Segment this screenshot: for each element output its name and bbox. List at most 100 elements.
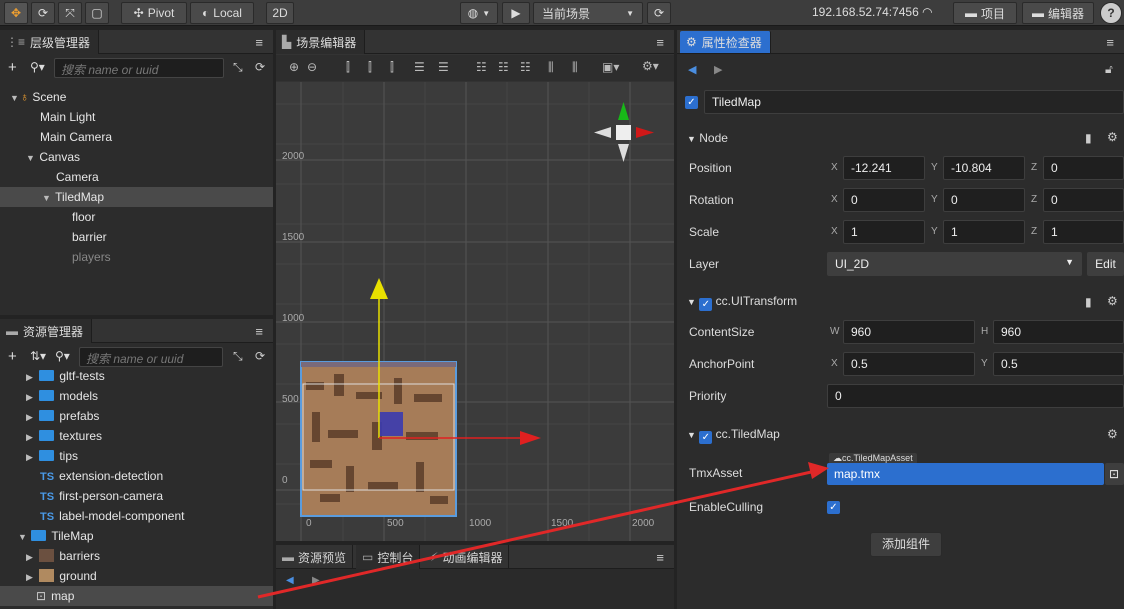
device-select[interactable]: ◍ ▼: [460, 2, 498, 24]
asset-folder[interactable]: ▶ gltf-tests: [0, 369, 273, 386]
component-enabled-checkbox[interactable]: ✓: [699, 298, 713, 311]
align-right-icon[interactable]: ⫿: [390, 60, 394, 75]
tab-animation-editor[interactable]: ⚡ 动画编辑器: [424, 545, 510, 569]
tree-node-main-camera[interactable]: Main Camera: [0, 127, 273, 147]
uitransform-section-header[interactable]: ▼ ✓ cc.UITransform: [677, 288, 1124, 314]
play-button[interactable]: ▶: [502, 2, 530, 24]
position-x-input[interactable]: -12.241: [843, 156, 925, 180]
asset-tiledmap[interactable]: ⊡ map: [0, 586, 273, 606]
tree-node-scene[interactable]: ▼♁ Scene: [0, 87, 273, 107]
priority-input[interactable]: 0: [827, 384, 1124, 408]
asset-folder[interactable]: ▶ textures: [0, 426, 273, 446]
tree-node-tiledmap[interactable]: ▼ TiledMap: [0, 187, 273, 207]
rotate-tool-button[interactable]: ⟳: [31, 2, 55, 24]
forward-icon[interactable]: ▶: [714, 63, 722, 76]
tree-node-players[interactable]: players: [0, 247, 273, 267]
preview-url[interactable]: 192.168.52.74:7456 ◠: [812, 5, 933, 19]
zoom-out-icon[interactable]: ⊖: [307, 60, 317, 74]
project-button[interactable]: ▬ 项目: [953, 2, 1017, 24]
y-axis-arrow-icon[interactable]: [370, 278, 388, 299]
scene-select[interactable]: 当前场景 ▼: [533, 2, 643, 24]
anchor-y-input[interactable]: 0.5: [993, 352, 1124, 376]
back-icon[interactable]: ◀: [286, 575, 294, 586]
node-active-checkbox[interactable]: ✓: [685, 96, 698, 109]
lock-icon[interactable]: 🔓︎: [1105, 62, 1113, 77]
add-component-button[interactable]: 添加组件: [870, 532, 942, 557]
hierarchy-tab[interactable]: ⋮≡ 层级管理器: [0, 30, 100, 54]
gear-icon[interactable]: ⚙▾: [642, 59, 659, 73]
menu-icon[interactable]: ≡: [1106, 35, 1114, 50]
editor-button[interactable]: ▬ 编辑器: [1022, 2, 1094, 24]
align-middle-icon[interactable]: ☰: [438, 60, 449, 74]
align-left-icon[interactable]: ⫿: [346, 60, 350, 75]
tree-node-camera[interactable]: Camera: [0, 167, 273, 187]
x-axis-arrow-icon[interactable]: [520, 431, 541, 445]
zoom-in-icon[interactable]: ⊕: [289, 60, 299, 74]
menu-icon[interactable]: ≡: [255, 35, 263, 50]
asset-script[interactable]: TS first-person-camera: [0, 486, 273, 506]
menu-icon[interactable]: ≡: [255, 324, 263, 339]
mode-2d-button[interactable]: 2D: [266, 2, 294, 24]
position-z-input[interactable]: 0: [1043, 156, 1124, 180]
hierarchy-search-input[interactable]: 搜索 name or uuid: [54, 58, 224, 78]
gear-icon[interactable]: ⚙: [1107, 427, 1118, 441]
scale-y-input[interactable]: 1: [943, 220, 1025, 244]
gear-icon[interactable]: ⚙: [1107, 130, 1118, 144]
help-button[interactable]: ?: [1100, 2, 1122, 24]
enable-culling-checkbox[interactable]: ✓: [827, 501, 840, 514]
collapse-icon[interactable]: ⤡: [233, 349, 243, 364]
node-section-header[interactable]: ▼ Node: [677, 125, 1124, 151]
distribute-icon[interactable]: ☷: [476, 60, 487, 74]
rotation-x-input[interactable]: 0: [843, 188, 925, 212]
component-enabled-checkbox[interactable]: ✓: [699, 431, 713, 444]
add-icon[interactable]: +: [8, 59, 17, 76]
inspector-tab[interactable]: ⚙ 属性检查器: [680, 31, 771, 53]
content-height-input[interactable]: 960: [993, 320, 1124, 344]
refresh-button[interactable]: ⟳: [647, 2, 671, 24]
asset-script[interactable]: TS extension-detection: [0, 466, 273, 486]
scene-viewport[interactable]: 2000 1500 1000 500 0 0 500 1000 1500 200…: [276, 82, 674, 541]
scale-x-input[interactable]: 1: [843, 220, 925, 244]
tree-node-canvas[interactable]: ▼ Canvas: [0, 147, 273, 167]
asset-image[interactable]: ▶ ground: [0, 566, 273, 586]
gear-icon[interactable]: ⚙: [1107, 294, 1118, 308]
menu-icon[interactable]: ≡: [656, 550, 664, 565]
sort-icon[interactable]: ⇅▾: [30, 349, 46, 363]
search-icon[interactable]: ⚲▾: [55, 349, 70, 363]
asset-folder[interactable]: ▶ prefabs: [0, 406, 273, 426]
asset-folder[interactable]: ▶ models: [0, 386, 273, 406]
distribute-icon[interactable]: ☷: [498, 60, 509, 74]
menu-icon[interactable]: ≡: [656, 35, 664, 50]
assets-tab[interactable]: ▬ 资源管理器: [0, 319, 93, 343]
tab-console[interactable]: ▭ 控制台: [356, 545, 421, 569]
tree-node-floor[interactable]: floor: [0, 207, 273, 227]
tab-asset-preview[interactable]: ▬ 资源预览: [276, 545, 354, 569]
collapse-icon[interactable]: ⤡: [233, 60, 243, 75]
assets-search-input[interactable]: 搜索 name or uuid: [79, 347, 223, 367]
rotation-y-input[interactable]: 0: [943, 188, 1025, 212]
asset-image[interactable]: ▶ barriers: [0, 546, 273, 566]
local-toggle[interactable]: ◐ Local: [190, 2, 254, 24]
node-name-field[interactable]: TiledMap: [704, 90, 1124, 114]
asset-folder[interactable]: ▶ tips: [0, 446, 273, 466]
search-icon[interactable]: ⚲▾: [30, 60, 45, 74]
tmx-asset-field[interactable]: map.tmx: [827, 463, 1104, 485]
align-top-icon[interactable]: ☰: [414, 60, 425, 74]
tree-node-main-light[interactable]: Main Light: [0, 107, 273, 127]
distribute-icon[interactable]: ⫼: [548, 60, 554, 75]
back-icon[interactable]: ◀: [688, 63, 696, 76]
distribute-icon[interactable]: ⫼: [572, 60, 578, 75]
layer-select[interactable]: UI_2D ▼: [827, 252, 1082, 276]
position-y-input[interactable]: -10.804: [943, 156, 1025, 180]
anchor-x-input[interactable]: 0.5: [843, 352, 975, 376]
layer-edit-button[interactable]: Edit: [1087, 252, 1124, 276]
tiledmap-section-header[interactable]: ▼ ✓ cc.TiledMap: [677, 421, 1124, 447]
pivot-toggle[interactable]: ✣ Pivot: [121, 2, 187, 24]
tree-node-barrier[interactable]: barrier: [0, 227, 273, 247]
scale-z-input[interactable]: 1: [1043, 220, 1124, 244]
rect-tool-button[interactable]: ▢: [85, 2, 109, 24]
book-icon[interactable]: ▮: [1085, 131, 1092, 145]
camera-icon[interactable]: ▣▾: [602, 60, 619, 74]
distribute-icon[interactable]: ☷: [520, 60, 531, 74]
rotation-z-input[interactable]: 0: [1043, 188, 1124, 212]
